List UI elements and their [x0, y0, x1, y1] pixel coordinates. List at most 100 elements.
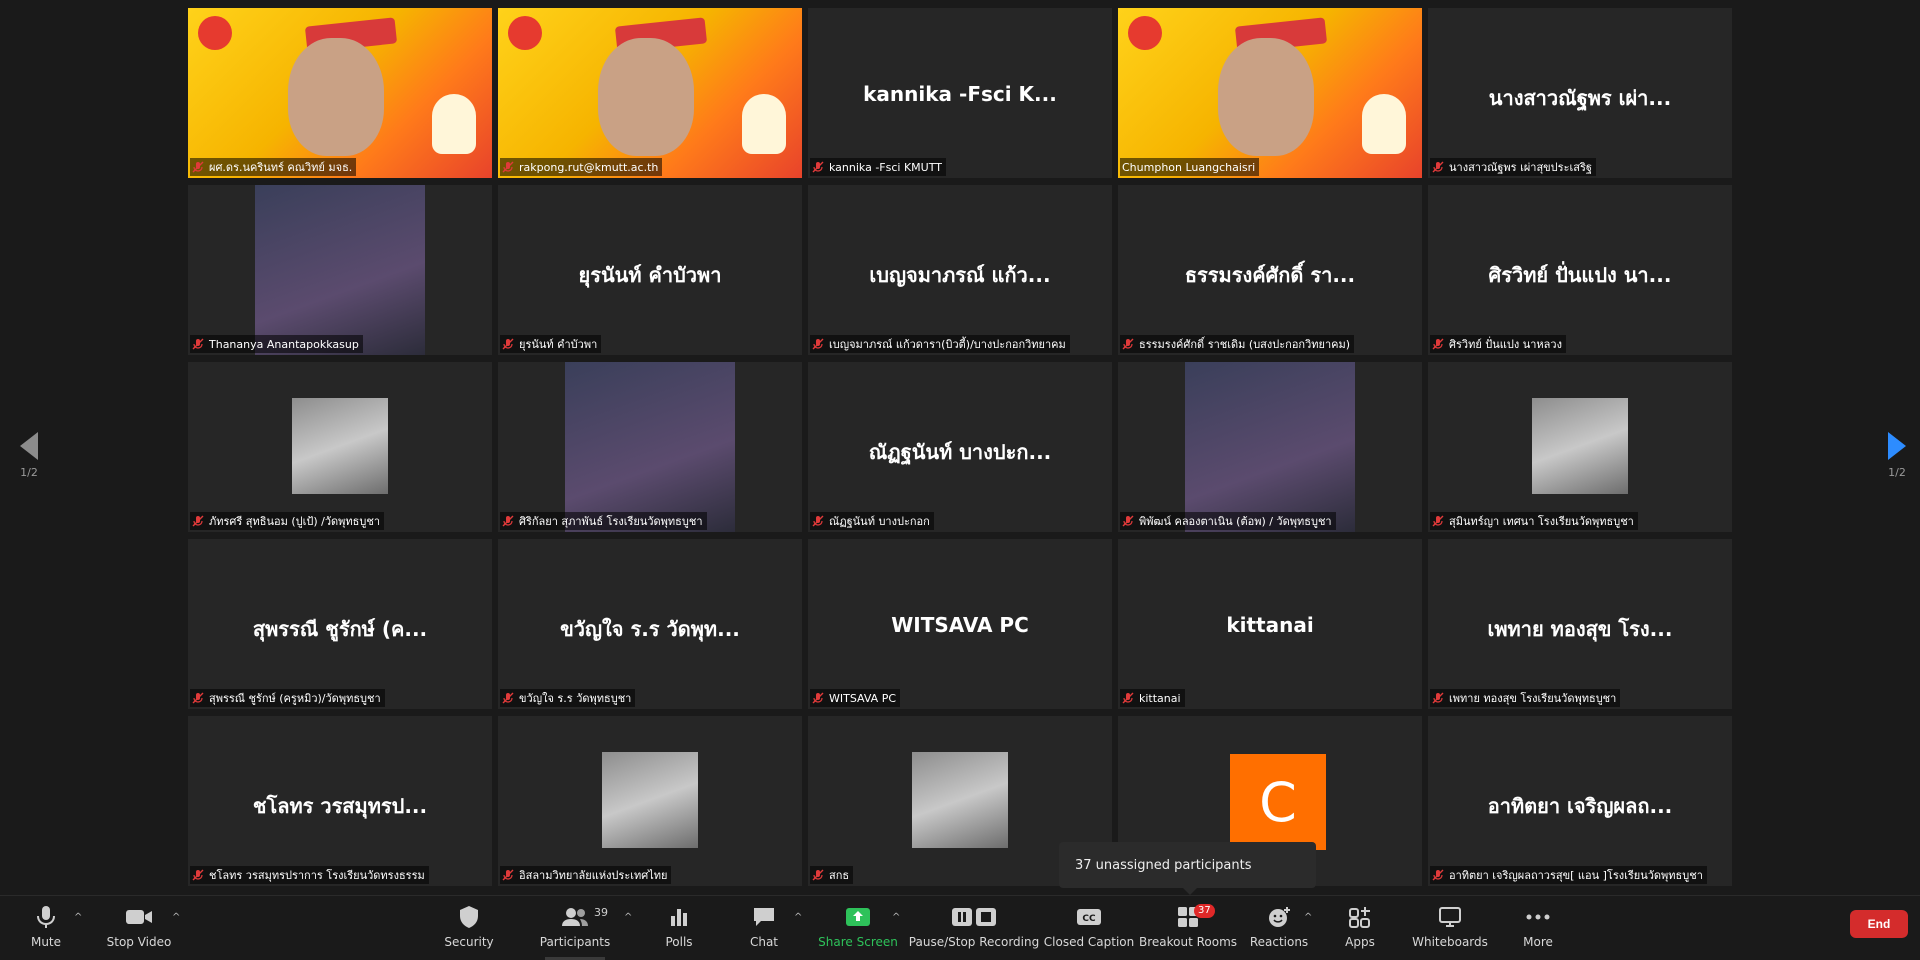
closed-caption-button[interactable]: CC Closed Caption	[1044, 896, 1134, 960]
participant-name: ศิรวิทย์ ปั่นแปง นาหลวง	[1449, 338, 1562, 351]
video-camera-icon	[125, 902, 153, 932]
participant-tile[interactable]: ขวัญใจ ร.ร วัดพุท... ขวัญใจ ร.ร วัดพุทธบู…	[498, 539, 802, 709]
svg-text:CC: CC	[1082, 914, 1096, 924]
participant-display-name: สุพรรณี ชูรักษ์ (ค...	[252, 617, 428, 641]
polls-button[interactable]: Polls	[660, 896, 698, 960]
participant-name: เพทาย ทองสุข โรงเรียนวัดพุทธบูชา	[1449, 692, 1617, 705]
participant-name-label: อาทิตยา เจริญผลถาวรสุข[ แอน ]โรงเรียนวัด…	[1430, 866, 1707, 884]
participant-tile[interactable]: kannika -Fsci K... kannika -Fsci KMUTT	[808, 8, 1112, 178]
participant-tile[interactable]: ธรรมรงค์ศักดิ์ รา... ธรรมรงค์ศักดิ์ ราชเด…	[1118, 185, 1422, 355]
participant-name: สุมินทร์ญา เทศนา โรงเรียนวัดพุทธบูชา	[1449, 515, 1634, 528]
participant-tile[interactable]: kittanai kittanai	[1118, 539, 1422, 709]
participant-name-label: ศิริกัลยา สุภาพันธ์ โรงเรียนวัดพุทธบูชา	[500, 512, 707, 530]
participant-tile[interactable]: ภัทรศรี สุทธินอม (ปูเป้) /วัดพุทธบูชา	[188, 362, 492, 532]
participant-name-label: ณัฏฐนันท์ บางปะกอก	[810, 512, 934, 530]
participant-tile[interactable]: เบญจมาภรณ์ แก้ว... เบญจมาภรณ์ แก้วดารา(บิ…	[808, 185, 1112, 355]
participant-name-label: Chumphon Luangchaisri	[1120, 158, 1260, 176]
participant-name: ขวัญใจ ร.ร วัดพุทธบูชา	[519, 692, 632, 705]
participant-tile[interactable]: อาทิตยา เจริญผลถ... อาทิตยา เจริญผลถาวรสุ…	[1428, 716, 1732, 886]
participant-name: สุพรรณี ชูรักษ์ (ครูหมิว)/วัดพุทธบูชา	[209, 692, 381, 705]
page-indicator: 1/2	[1888, 466, 1906, 479]
stop-video-label: Stop Video	[106, 935, 172, 949]
participant-name: kittanai	[1139, 691, 1181, 705]
participant-tile[interactable]: เพทาย ทองสุข โรง... เพทาย ทองสุข โรงเรียน…	[1428, 539, 1732, 709]
next-page-button[interactable]: 1/2	[1882, 432, 1912, 479]
participant-name-label: สุพรรณี ชูรักษ์ (ครูหมิว)/วัดพุทธบูชา	[190, 689, 385, 707]
muted-microphone-icon	[1122, 515, 1134, 527]
participant-name-label: ชโลทร วรสมุทรปราการ โรงเรียนวัดทรงธรรม	[190, 866, 429, 884]
participant-name-label: kannika -Fsci KMUTT	[810, 158, 946, 176]
end-meeting-button[interactable]: End	[1850, 910, 1908, 938]
participant-tile[interactable]: Chumphon Luangchaisri	[1118, 8, 1422, 178]
polls-label: Polls	[665, 935, 693, 949]
participant-picture	[1532, 398, 1628, 494]
microphone-icon	[35, 902, 57, 932]
video-options-caret[interactable]: ^	[172, 912, 180, 923]
muted-microphone-icon	[192, 515, 204, 527]
participants-options-caret[interactable]: ^	[624, 912, 632, 923]
breakout-rooms-button[interactable]: 37 Breakout Rooms	[1139, 896, 1237, 960]
participants-button[interactable]: 39 Participants	[540, 896, 611, 960]
reactions-options-caret[interactable]: ^	[1304, 912, 1312, 923]
apps-button[interactable]: Apps	[1340, 896, 1380, 960]
participant-name-label: rakpong.rut@kmutt.ac.th	[500, 158, 663, 176]
pause-stop-recording-button[interactable]: Pause/Stop Recording	[909, 896, 1039, 960]
participant-name: kannika -Fsci KMUTT	[829, 160, 942, 174]
participant-display-name: ชโลทร วรสมุทรป...	[252, 794, 428, 818]
participant-tile[interactable]: WITSAVA PC WITSAVA PC	[808, 539, 1112, 709]
reactions-button[interactable]: Reactions	[1249, 896, 1309, 960]
security-button[interactable]: Security	[444, 896, 494, 960]
participant-name: ศิริกัลยา สุภาพันธ์ โรงเรียนวัดพุทธบูชา	[519, 515, 703, 528]
pause-stop-icon	[950, 902, 998, 932]
participant-name-label: อิสลามวิทยาลัยแห่งประเทศไทย	[500, 866, 672, 884]
share-options-caret[interactable]: ^	[892, 912, 900, 923]
muted-microphone-icon	[502, 515, 514, 527]
mute-button[interactable]: Mute	[24, 896, 68, 960]
participant-video	[188, 8, 492, 178]
apps-label: Apps	[1345, 935, 1375, 949]
participant-tile[interactable]: สุมินทร์ญา เทศนา โรงเรียนวัดพุทธบูชา	[1428, 362, 1732, 532]
participant-name: เบญจมาภรณ์ แก้วดารา(บิวตี้)/บางปะกอกวิทย…	[829, 338, 1066, 351]
mute-options-caret[interactable]: ^	[74, 912, 82, 923]
share-screen-button[interactable]: Share Screen	[818, 896, 898, 960]
whiteboards-button[interactable]: Whiteboards	[1412, 896, 1488, 960]
meeting-toolbar: Mute ^ Stop Video ^ Security 39 Particip…	[0, 895, 1920, 960]
chevron-left-icon	[20, 432, 38, 460]
stop-video-button[interactable]: Stop Video	[106, 896, 172, 960]
participant-name: Chumphon Luangchaisri	[1122, 160, 1256, 174]
participant-name-label: ผศ.ดร.นครินทร์ คณวิทย์ มจธ.	[190, 158, 357, 176]
avatar: C	[1230, 754, 1326, 850]
chat-button[interactable]: Chat	[744, 896, 784, 960]
participant-tile[interactable]: rakpong.rut@kmutt.ac.th	[498, 8, 802, 178]
participant-tile[interactable]: สุพรรณี ชูรักษ์ (ค... สุพรรณี ชูรักษ์ (คร…	[188, 539, 492, 709]
breakout-badge: 37	[1194, 904, 1215, 918]
participant-tile[interactable]: พิพัฒน์ คลองตาเนิน (ต้อพ) / วัดพุทธบูชา	[1118, 362, 1422, 532]
participant-tile[interactable]: ศิรวิทย์ ปั่นแปง นา... ศิรวิทย์ ปั่นแปง น…	[1428, 185, 1732, 355]
participant-name-label: สุมินทร์ญา เทศนา โรงเรียนวัดพุทธบูชา	[1430, 512, 1638, 530]
previous-page-button[interactable]: 1/2	[14, 432, 44, 479]
chat-options-caret[interactable]: ^	[794, 912, 802, 923]
participant-tile[interactable]: นางสาวณัฐพร เผ่า... นางสาวณัฐพร เผ่าสุขปร…	[1428, 8, 1732, 178]
reactions-label: Reactions	[1249, 935, 1309, 949]
participant-name-label: ยุรนันท์ คำบัวพา	[500, 335, 602, 353]
muted-microphone-icon	[812, 161, 824, 173]
chevron-right-icon	[1888, 432, 1906, 460]
participant-tile[interactable]: อิสลามวิทยาลัยแห่งประเทศไทย	[498, 716, 802, 886]
whiteboard-icon	[1438, 902, 1462, 932]
participant-name: นางสาวณัฐพร เผ่าสุขประเสริฐ	[1449, 161, 1592, 174]
participant-tile[interactable]: Thananya Anantapokkasup	[188, 185, 492, 355]
mute-label: Mute	[30, 935, 62, 949]
bar-chart-icon	[669, 902, 689, 932]
more-button[interactable]: More	[1520, 896, 1556, 960]
participants-count: 39	[594, 906, 608, 919]
participant-display-name: ธรรมรงค์ศักดิ์ รา...	[1184, 263, 1356, 287]
participant-tile[interactable]: ผศ.ดร.นครินทร์ คณวิทย์ มจธ.	[188, 8, 492, 178]
muted-microphone-icon	[1122, 338, 1134, 350]
participant-display-name: ศิรวิทย์ ปั่นแปง นา...	[1488, 263, 1672, 287]
participant-tile[interactable]: ณัฏฐนันท์ บางปะก... ณัฏฐนันท์ บางปะกอก	[808, 362, 1112, 532]
participant-tile[interactable]: ยุรนันท์ คำบัวพา ยุรนันท์ คำบัวพา	[498, 185, 802, 355]
participant-display-name: kannika -Fsci K...	[863, 82, 1057, 106]
breakout-rooms-label: Breakout Rooms	[1138, 935, 1238, 949]
participant-tile[interactable]: ศิริกัลยา สุภาพันธ์ โรงเรียนวัดพุทธบูชา	[498, 362, 802, 532]
participant-tile[interactable]: ชโลทร วรสมุทรป... ชโลทร วรสมุทรปราการ โรง…	[188, 716, 492, 886]
